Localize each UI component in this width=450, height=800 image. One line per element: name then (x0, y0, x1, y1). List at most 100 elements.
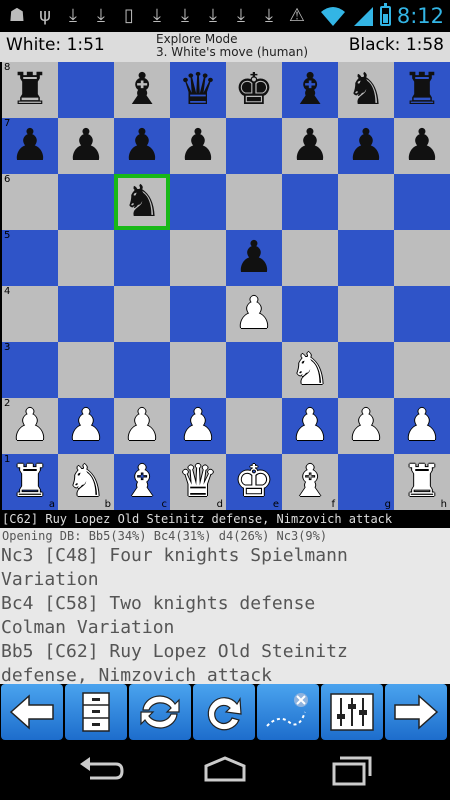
square-d3[interactable] (170, 342, 226, 398)
black-pawn-icon[interactable]: ♟ (282, 118, 338, 174)
forward-button[interactable] (385, 684, 447, 740)
square-a6[interactable]: 6 (2, 174, 58, 230)
white-bishop-icon[interactable]: ♝ (282, 454, 338, 510)
square-d2[interactable]: ♟ (170, 398, 226, 454)
black-bishop-icon[interactable]: ♝ (282, 62, 338, 118)
square-h8[interactable]: ♜ (394, 62, 450, 118)
settings-button[interactable] (321, 684, 383, 740)
square-f2[interactable]: ♟ (282, 398, 338, 454)
square-b4[interactable] (58, 286, 114, 342)
square-d1[interactable]: d ♛ (170, 454, 226, 510)
white-pawn-icon[interactable]: ♟ (170, 398, 226, 454)
chess-board[interactable]: 8 ♜ ♝ ♛ ♚ ♝ ♞ ♜ 7 ♟ ♟ ♟ ♟ ♟ ♟ ♟ 6 ♞ 5 ♟ 4 ♟ 3 ♞ 2 ♟ ♟ ♟ ♟ ♟ ♟ ♟ 1 a ♜ b ♞ c ♝ d… (2, 62, 450, 510)
explore-button[interactable] (257, 684, 319, 740)
black-knight-icon[interactable]: ♞ (338, 62, 394, 118)
white-pawn-icon[interactable]: ♟ (114, 398, 170, 454)
move-list[interactable]: Nc3 [C48] Four knights Spielmann Variati… (0, 544, 450, 686)
black-pawn-icon[interactable]: ♟ (2, 118, 58, 174)
black-rook-icon[interactable]: ♜ (2, 62, 58, 118)
square-d7[interactable]: ♟ (170, 118, 226, 174)
square-e7[interactable] (226, 118, 282, 174)
black-pawn-icon[interactable]: ♟ (338, 118, 394, 174)
black-king-icon[interactable]: ♚ (226, 62, 282, 118)
square-c6[interactable]: ♞ (114, 174, 170, 230)
square-f1[interactable]: f ♝ (282, 454, 338, 510)
black-pawn-icon[interactable]: ♟ (394, 118, 450, 174)
back-button[interactable] (1, 684, 63, 740)
square-h2[interactable]: ♟ (394, 398, 450, 454)
square-a1[interactable]: 1 a ♜ (2, 454, 58, 510)
black-pawn-icon[interactable]: ♟ (58, 118, 114, 174)
square-d5[interactable] (170, 230, 226, 286)
nav-recent-button[interactable] (326, 754, 376, 786)
white-knight-icon[interactable]: ♞ (58, 454, 114, 510)
white-knight-icon[interactable]: ♞ (282, 342, 338, 398)
black-rook-icon[interactable]: ♜ (394, 62, 450, 118)
square-c8[interactable]: ♝ (114, 62, 170, 118)
square-b7[interactable]: ♟ (58, 118, 114, 174)
square-d8[interactable]: ♛ (170, 62, 226, 118)
square-d6[interactable] (170, 174, 226, 230)
black-queen-icon[interactable]: ♛ (170, 62, 226, 118)
black-knight-icon[interactable]: ♞ (114, 174, 170, 230)
redo-button[interactable] (193, 684, 255, 740)
square-e1[interactable]: e ♚ (226, 454, 282, 510)
square-e2[interactable] (226, 398, 282, 454)
square-e5[interactable]: ♟ (226, 230, 282, 286)
square-a4[interactable]: 4 (2, 286, 58, 342)
square-d4[interactable] (170, 286, 226, 342)
square-g6[interactable] (338, 174, 394, 230)
white-king-icon[interactable]: ♚ (226, 454, 282, 510)
white-rook-icon[interactable]: ♜ (394, 454, 450, 510)
square-a7[interactable]: 7 ♟ (2, 118, 58, 174)
square-b5[interactable] (58, 230, 114, 286)
square-f6[interactable] (282, 174, 338, 230)
nav-home-button[interactable] (200, 754, 250, 786)
square-h5[interactable] (394, 230, 450, 286)
square-c2[interactable]: ♟ (114, 398, 170, 454)
white-pawn-icon[interactable]: ♟ (394, 398, 450, 454)
black-pawn-icon[interactable]: ♟ (226, 230, 282, 286)
square-c1[interactable]: c ♝ (114, 454, 170, 510)
square-f7[interactable]: ♟ (282, 118, 338, 174)
square-e6[interactable] (226, 174, 282, 230)
square-b3[interactable] (58, 342, 114, 398)
black-bishop-icon[interactable]: ♝ (114, 62, 170, 118)
square-h4[interactable] (394, 286, 450, 342)
square-g4[interactable] (338, 286, 394, 342)
white-pawn-icon[interactable]: ♟ (338, 398, 394, 454)
square-f4[interactable] (282, 286, 338, 342)
square-g8[interactable]: ♞ (338, 62, 394, 118)
square-a8[interactable]: 8 ♜ (2, 62, 58, 118)
square-g2[interactable]: ♟ (338, 398, 394, 454)
black-pawn-icon[interactable]: ♟ (114, 118, 170, 174)
white-pawn-icon[interactable]: ♟ (226, 286, 282, 342)
square-b8[interactable] (58, 62, 114, 118)
black-pawn-icon[interactable]: ♟ (170, 118, 226, 174)
white-queen-icon[interactable]: ♛ (170, 454, 226, 510)
square-c7[interactable]: ♟ (114, 118, 170, 174)
square-b6[interactable] (58, 174, 114, 230)
square-b2[interactable]: ♟ (58, 398, 114, 454)
square-g5[interactable] (338, 230, 394, 286)
square-h7[interactable]: ♟ (394, 118, 450, 174)
flip-board-button[interactable] (129, 684, 191, 740)
square-e8[interactable]: ♚ (226, 62, 282, 118)
square-f3[interactable]: ♞ (282, 342, 338, 398)
square-e3[interactable] (226, 342, 282, 398)
menu-button[interactable] (65, 684, 127, 740)
square-c5[interactable] (114, 230, 170, 286)
square-f5[interactable] (282, 230, 338, 286)
square-a3[interactable]: 3 (2, 342, 58, 398)
square-f8[interactable]: ♝ (282, 62, 338, 118)
nav-back-button[interactable] (76, 754, 126, 786)
square-a5[interactable]: 5 (2, 230, 58, 286)
white-rook-icon[interactable]: ♜ (2, 454, 58, 510)
square-h6[interactable] (394, 174, 450, 230)
square-h3[interactable] (394, 342, 450, 398)
square-g1[interactable]: g (338, 454, 394, 510)
square-a2[interactable]: 2 ♟ (2, 398, 58, 454)
square-b1[interactable]: b ♞ (58, 454, 114, 510)
square-h1[interactable]: h ♜ (394, 454, 450, 510)
square-g3[interactable] (338, 342, 394, 398)
